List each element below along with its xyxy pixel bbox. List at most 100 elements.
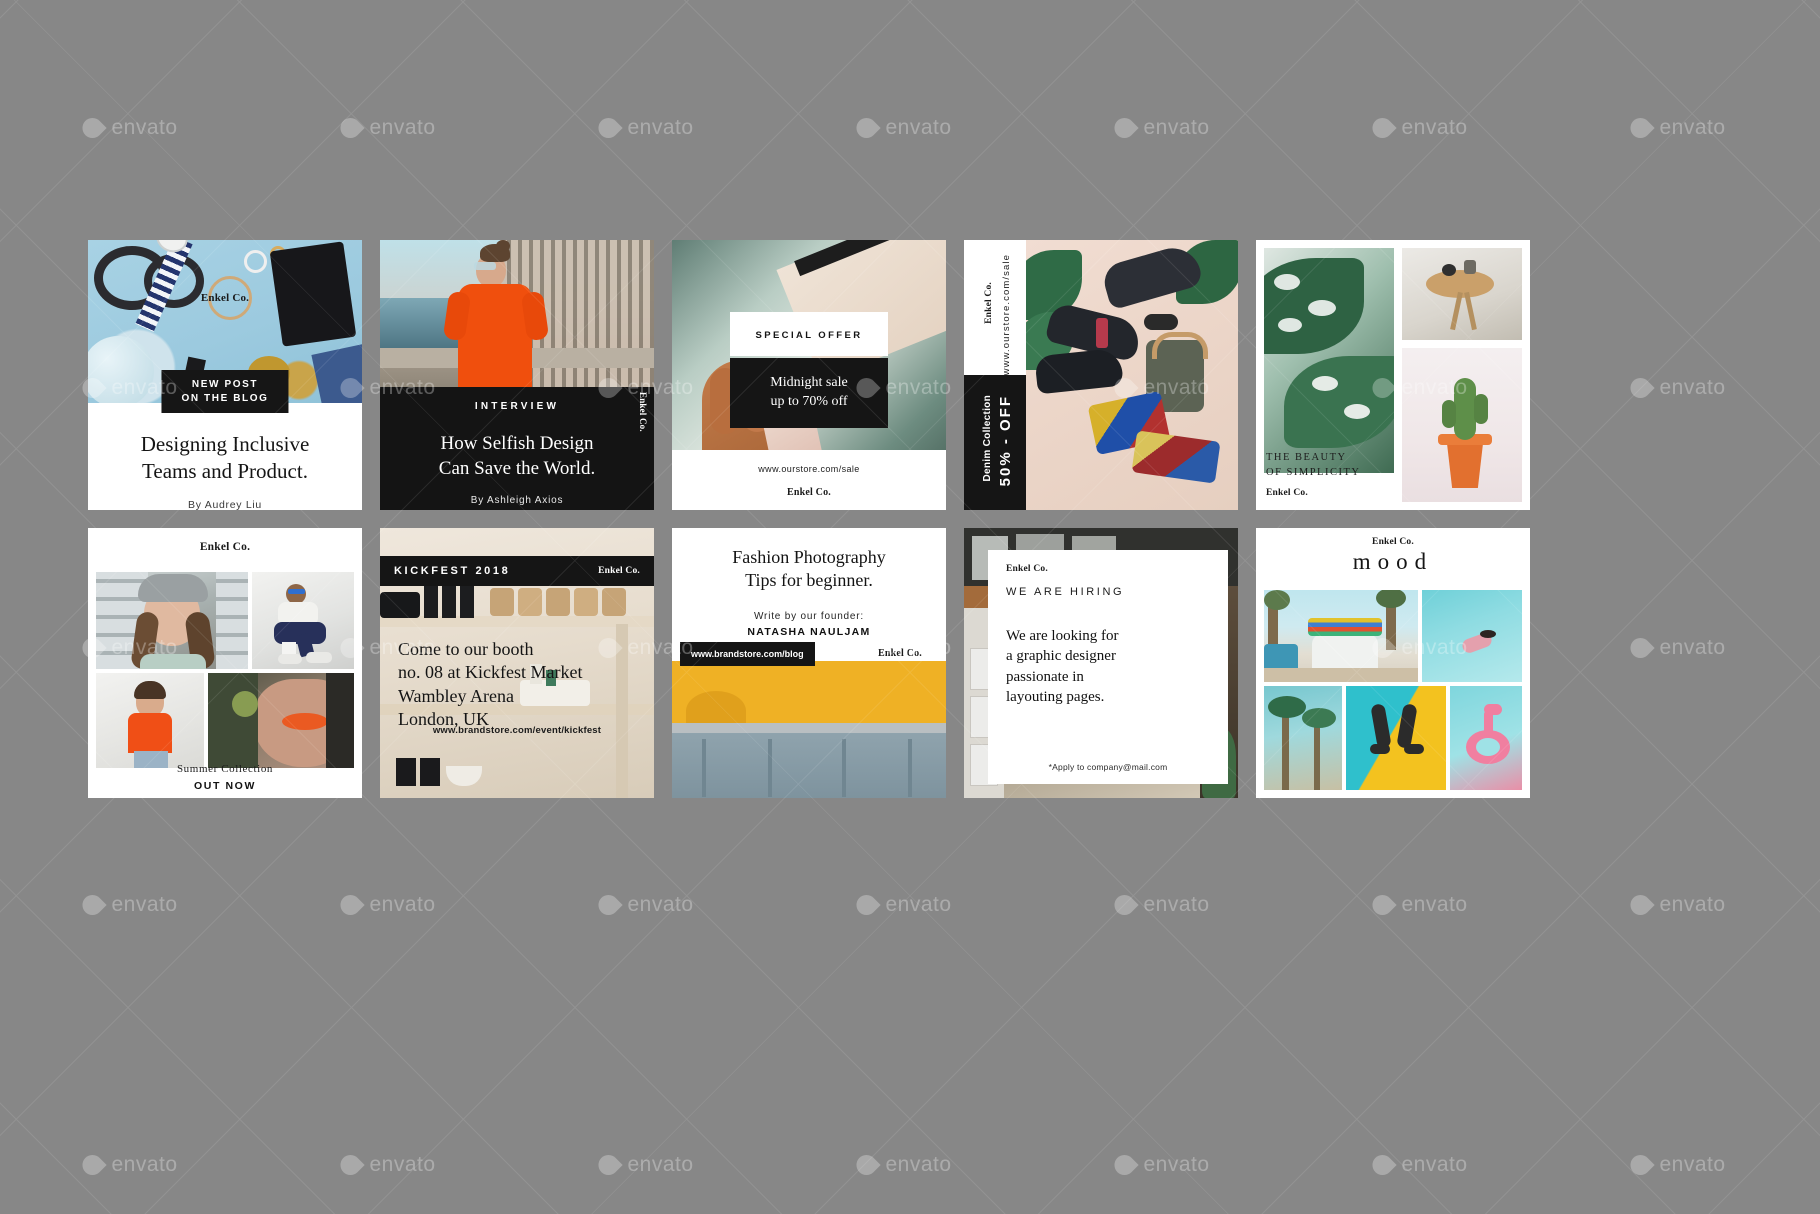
watermark-text: envato xyxy=(1659,893,1726,916)
card-footer: Summer Collection OUT NOW xyxy=(88,763,362,792)
envato-leaf-icon xyxy=(594,113,623,143)
title-line-2: Can Save the World. xyxy=(438,457,596,479)
card-kicker: INTERVIEW xyxy=(474,401,560,412)
card-title: mood xyxy=(1352,549,1434,574)
envato-leaf-icon xyxy=(336,890,365,920)
new-post-blog-card[interactable]: Enkel Co. NEW POST ON THE BLOG Designing… xyxy=(88,240,362,510)
special-offer-card[interactable]: SPECIAL OFFER Midnight sale up to 70% of… xyxy=(672,240,946,510)
envato-leaf-icon xyxy=(336,113,365,143)
fashion-photography-tips-card[interactable]: Fashion Photography Tips for beginner. W… xyxy=(672,528,946,798)
collection-label: Denim Collection xyxy=(982,395,993,482)
mood-board-card[interactable]: Enkel Co. mood xyxy=(1256,528,1530,798)
card-byline: By Audrey Liu xyxy=(188,498,262,510)
envato-leaf-icon xyxy=(1626,1150,1655,1180)
card-brand: Enkel Co. xyxy=(1006,564,1048,574)
watermark-text: envato xyxy=(627,116,694,139)
envato-leaf-icon xyxy=(852,890,881,920)
card-title: Designing Inclusive Teams and Product. xyxy=(88,431,362,485)
new-post-badge: NEW POST ON THE BLOG xyxy=(161,370,289,413)
card-photo-sand-legs xyxy=(1346,686,1446,790)
watermark-text: envato xyxy=(369,1153,436,1176)
copy-line-2: no. 08 at Kickfest Market xyxy=(398,662,583,683)
card-url[interactable]: www.brandstore.com/blog xyxy=(680,642,815,666)
watermark-text: envato xyxy=(1143,1153,1210,1176)
footer-line-1: Summer Collection xyxy=(176,763,274,775)
card-header: Enkel Co. mood xyxy=(1256,528,1530,588)
card-header: Enkel Co. xyxy=(88,528,362,566)
watermark-text: envato xyxy=(885,893,952,916)
card-byline: By Ashleigh Axios xyxy=(470,495,564,507)
watermark-text: envato xyxy=(627,893,694,916)
card-kicker: SPECIAL OFFER xyxy=(755,330,863,341)
envato-leaf-icon xyxy=(1110,113,1139,143)
card-photo-orange-lips xyxy=(208,673,354,768)
author-label: Write by our founder: xyxy=(754,610,864,622)
caption-line-2: OF SIMPLICITY xyxy=(1266,467,1361,479)
card-brand: Enkel Co. xyxy=(1372,537,1414,547)
envato-leaf-icon xyxy=(78,890,107,920)
caption-line-1: THE BEAUTY xyxy=(1266,451,1347,463)
title-line-2: Teams and Product. xyxy=(142,458,308,483)
event-title: KICKFEST 2018 xyxy=(394,565,511,577)
beauty-of-simplicity-card[interactable]: THE BEAUTY OF SIMPLICITY Enkel Co. xyxy=(1256,240,1530,510)
copy-line-1: Come to our booth xyxy=(398,639,534,659)
card-photo-flamingo-float xyxy=(1450,686,1522,790)
card-photo-monstera xyxy=(1264,248,1394,473)
watermark-text: envato xyxy=(1401,116,1468,139)
headline-line-1: Midnight sale xyxy=(770,375,848,390)
copy-line-1: We are looking for xyxy=(1006,628,1119,644)
card-photo-boy-orange xyxy=(96,673,204,768)
templates-row-1: Enkel Co. NEW POST ON THE BLOG Designing… xyxy=(88,240,1728,510)
watermark-text: envato xyxy=(111,1153,178,1176)
summer-collection-card[interactable]: Enkel Co. Summer Collection OUT NOW xyxy=(88,528,362,798)
we-are-hiring-card[interactable]: Enkel Co. WE ARE HIRING We are looking f… xyxy=(964,528,1238,798)
card-photo-yellow-outfit xyxy=(672,661,946,798)
title-line-1: Designing Inclusive xyxy=(140,432,310,456)
envato-leaf-icon xyxy=(1110,890,1139,920)
envato-leaf-icon xyxy=(1368,1150,1397,1180)
watermark-text: envato xyxy=(1401,1153,1468,1176)
kickfest-event-card[interactable]: KICKFEST 2018 Enkel Co. Come to our boot… xyxy=(380,528,654,798)
denim-sale-card[interactable]: www.ourstore.com/sale Enkel Co. 50% - OF… xyxy=(964,240,1238,510)
card-url[interactable]: www.brandstore.com/event/kickfest xyxy=(380,725,654,736)
templates-row-2: Enkel Co. Summer Collection OUT NOW KICK… xyxy=(88,528,1728,798)
templates-board: Enkel Co. NEW POST ON THE BLOG Designing… xyxy=(88,240,1728,798)
envato-leaf-icon xyxy=(594,1150,623,1180)
envato-leaf-icon xyxy=(1626,890,1655,920)
card-url[interactable]: www.ourstore.com/sale xyxy=(1001,254,1012,375)
kickfest-copy: Come to our booth no. 08 at Kickfest Mar… xyxy=(398,638,582,732)
envato-leaf-icon xyxy=(594,890,623,920)
special-offer-kicker-panel: SPECIAL OFFER xyxy=(730,312,888,356)
badge-line-2: ON THE BLOG xyxy=(181,392,269,404)
envato-leaf-icon xyxy=(1368,113,1397,143)
watermark-text: envato xyxy=(1659,116,1726,139)
envato-leaf-icon xyxy=(336,1150,365,1180)
watermark-text: envato xyxy=(369,116,436,139)
card-footer: www.ourstore.com/sale Enkel Co. xyxy=(672,450,946,510)
interview-card[interactable]: INTERVIEW How Selfish Design Can Save th… xyxy=(380,240,654,510)
kickfest-title-bar: KICKFEST 2018 Enkel Co. xyxy=(380,556,654,586)
card-body: INTERVIEW How Selfish Design Can Save th… xyxy=(380,387,654,510)
card-brand: Enkel Co. xyxy=(598,566,640,576)
card-photo-palms xyxy=(1264,686,1342,790)
card-photo-pool xyxy=(1422,590,1522,682)
card-title: Fashion Photography Tips for beginner. xyxy=(672,546,946,593)
card-photo-sneakers-flatlay xyxy=(1026,240,1238,510)
watermark-text: envato xyxy=(627,1153,694,1176)
apply-note[interactable]: *Apply to company@mail.com xyxy=(988,762,1228,772)
title-line-2: Tips for beginner. xyxy=(745,570,873,591)
watermark-text: envato xyxy=(111,893,178,916)
special-offer-headline-panel: Midnight sale up to 70% off xyxy=(730,358,888,428)
badge-line-1: NEW POST xyxy=(191,379,259,390)
watermark-text: envato xyxy=(111,116,178,139)
envato-leaf-icon xyxy=(78,113,107,143)
copy-line-4: layouting pages. xyxy=(1006,689,1105,706)
card-url[interactable]: www.ourstore.com/sale xyxy=(672,464,946,474)
watermark-text: envato xyxy=(1143,893,1210,916)
discount-label: 50% - OFF xyxy=(997,395,1014,487)
card-photo-van xyxy=(1264,590,1418,682)
card-photo-woman-beanie xyxy=(96,572,248,669)
copy-line-3: Wambley Arena xyxy=(398,685,515,706)
copy-line-2: a graphic designer xyxy=(1006,648,1116,665)
watermark-text: envato xyxy=(1401,893,1468,916)
